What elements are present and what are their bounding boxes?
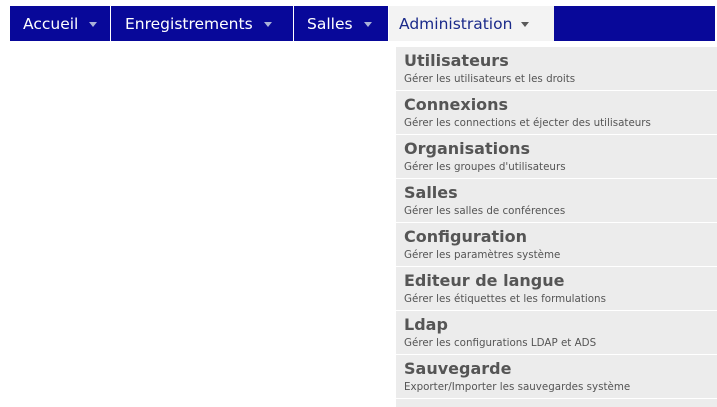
dropdown-item-title: Connexions xyxy=(404,95,509,114)
menubar-filler xyxy=(554,6,715,41)
dropdown-item-description: Exporter/Importer les sauvegardes systèm… xyxy=(404,381,631,393)
dropdown-item-connexions[interactable]: Connexions Gérer les connections et éjec… xyxy=(396,91,717,135)
caret-down-icon xyxy=(521,22,530,27)
menu-administration-label: Administration xyxy=(399,14,513,33)
administration-dropdown: Utilisateurs Gérer les utilisateurs et l… xyxy=(396,47,717,407)
menu-accueil-label: Accueil xyxy=(23,14,79,33)
menu-administration[interactable]: Administration xyxy=(389,6,554,41)
dropdown-item-ldap[interactable]: Ldap Gérer les configurations LDAP et AD… xyxy=(396,311,717,355)
dropdown-item-editeur-de-langue[interactable]: Editeur de langue Gérer les étiquettes e… xyxy=(396,267,717,311)
dropdown-item-title: Ldap xyxy=(404,315,448,334)
main-menubar: Accueil Enregistrements Salles Administr… xyxy=(0,0,717,47)
dropdown-item-description: Gérer les salles de conférences xyxy=(404,205,566,217)
dropdown-item-title: Salles xyxy=(404,183,458,202)
dropdown-item-title: Editeur de langue xyxy=(404,271,565,290)
dropdown-item-description: Gérer les groupes d'utilisateurs xyxy=(404,161,566,173)
menu-enregistrements-label: Enregistrements xyxy=(125,14,253,33)
dropdown-item-description: Gérer les paramètres système xyxy=(404,249,561,261)
dropdown-item-description: Gérer les utilisateurs et les droits xyxy=(404,73,576,85)
dropdown-item-salles[interactable]: Salles Gérer les salles de conférences xyxy=(396,179,717,223)
menubar-items: Accueil Enregistrements Salles Administr… xyxy=(10,6,715,41)
dropdown-item-utilisateurs[interactable]: Utilisateurs Gérer les utilisateurs et l… xyxy=(396,47,717,91)
menu-enregistrements[interactable]: Enregistrements xyxy=(111,6,294,41)
dropdown-item-title: Configuration xyxy=(404,227,528,246)
dropdown-item-title: Sauvegarde xyxy=(404,359,512,378)
dropdown-item-description: Gérer les connections et éjecter des uti… xyxy=(404,117,651,129)
dropdown-item-title: Organisations xyxy=(404,139,530,158)
menu-accueil[interactable]: Accueil xyxy=(10,6,111,41)
dropdown-item-description: Gérer les configurations LDAP et ADS xyxy=(404,337,597,349)
menu-salles-label: Salles xyxy=(307,14,353,33)
caret-down-icon xyxy=(363,22,372,27)
caret-down-icon xyxy=(263,22,272,27)
dropdown-item-organisations[interactable]: Organisations Gérer les groupes d'utilis… xyxy=(396,135,717,179)
dropdown-item-title: Utilisateurs xyxy=(404,51,509,70)
menu-salles[interactable]: Salles xyxy=(294,6,389,41)
caret-down-icon xyxy=(89,22,98,27)
dropdown-item-description: Gérer les étiquettes et les formulations xyxy=(404,293,606,305)
dropdown-item-configuration[interactable]: Configuration Gérer les paramètres systè… xyxy=(396,223,717,267)
dropdown-item-sauvegarde[interactable]: Sauvegarde Exporter/Importer les sauvega… xyxy=(396,355,717,399)
